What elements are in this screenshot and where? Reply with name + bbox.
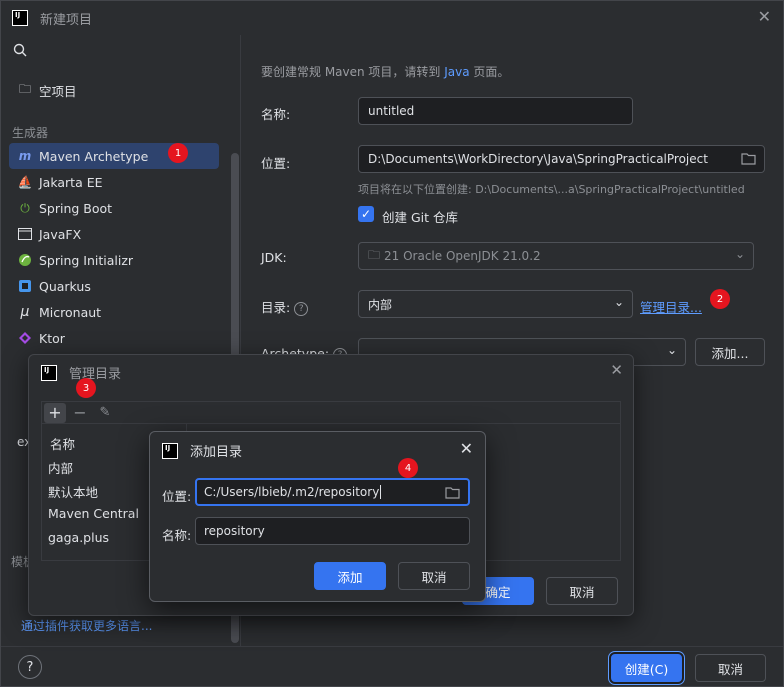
location-hint: 项目将在以下位置创建: D:\Documents\...a\SpringPrac… — [358, 183, 745, 196]
edit-icon[interactable]: ✎ — [94, 403, 116, 423]
add-location-label: 位置: — [162, 489, 192, 504]
add-location-field[interactable]: C:/Users/lbieb/.m2/repository — [195, 478, 470, 506]
chevron-down-icon: ⌄ — [666, 343, 677, 357]
add-name-value: repository — [204, 524, 265, 538]
manage-dialog-title: 管理目录 — [69, 367, 122, 382]
sidebar-item-label: JavaFX — [39, 226, 82, 242]
add-archetype-button[interactable]: 添加... — [695, 338, 765, 366]
list-item[interactable]: Maven Central — [48, 506, 139, 521]
folder-icon[interactable] — [445, 486, 460, 499]
help-button[interactable]: ? — [18, 655, 42, 679]
hint-prefix: 要创建常规 Maven 项目，请转到 — [261, 65, 445, 79]
create-button[interactable]: 创建(C) — [611, 654, 682, 682]
help-icon[interactable]: ? — [294, 301, 309, 316]
sidebar-item-label: 空项目 — [39, 83, 77, 99]
maven-icon: m — [18, 149, 32, 163]
search-icon[interactable] — [13, 43, 27, 57]
create-git-label: 创建 Git 仓库 — [382, 210, 459, 225]
chevron-down-icon: ⌄ — [734, 247, 745, 261]
window-title: 新建项目 — [40, 12, 93, 28]
sidebar-item-label: Maven Archetype — [39, 148, 149, 164]
name-field[interactable]: untitled — [358, 97, 633, 125]
annotation-badge: 3 — [76, 378, 96, 398]
jakarta-icon: ⛵ — [17, 175, 33, 189]
maven-hint: 要创建常规 Maven 项目，请转到 Java 页面。 — [261, 63, 509, 80]
annotation-badge: 4 — [398, 458, 418, 478]
add-dialog-title: 添加目录 — [190, 445, 243, 460]
quarkus-icon — [17, 278, 33, 294]
name-value: untitled — [368, 104, 415, 118]
add-location-value: C:/Users/lbieb/.m2/repository — [204, 485, 380, 499]
location-value: D:\Documents\WorkDirectory\Java\SpringPr… — [368, 152, 708, 166]
ktor-icon — [17, 330, 33, 346]
sidebar-item-quarkus[interactable]: Quarkus — [9, 273, 219, 299]
bottom-bar: ? 创建(C) 取消 — [1, 646, 783, 686]
folder-icon[interactable] — [741, 152, 756, 165]
close-icon[interactable]: ✕ — [758, 9, 771, 25]
sidebar-item-spring-initializr[interactable]: Spring Initializr — [9, 247, 219, 273]
close-icon[interactable]: ✕ — [460, 439, 473, 458]
intellij-logo-icon: IJ — [162, 442, 178, 459]
jdk-select[interactable]: 🗀 21 Oracle OpenJDK 21.0.2 ⌄ — [358, 242, 754, 270]
add-dialog-title-bar: IJ 添加目录 — [162, 441, 242, 460]
add-cancel-button[interactable]: 取消 — [398, 562, 470, 590]
catalog-label: 目录:? — [261, 297, 309, 316]
generators-section-label: 生成器 — [12, 126, 49, 140]
close-icon[interactable]: ✕ — [610, 361, 623, 379]
folder-icon: 🗀 — [18, 81, 31, 96]
intellij-logo-icon: IJ — [41, 364, 57, 381]
jdk-label: JDK: — [261, 250, 287, 265]
location-field[interactable]: D:\Documents\WorkDirectory\Java\SpringPr… — [358, 145, 765, 173]
cancel-button[interactable]: 取消 — [695, 654, 766, 682]
catalog-toolbar: + − ✎ — [41, 401, 621, 423]
manage-cancel-button[interactable]: 取消 — [546, 577, 618, 605]
text-caret — [380, 485, 382, 499]
sidebar-item-jakarta-ee[interactable]: ⛵ Jakarta EE — [9, 169, 219, 195]
location-label: 位置: — [261, 156, 291, 171]
manage-catalogs-link[interactable]: 管理目录... — [640, 297, 702, 316]
spring-initializr-icon — [17, 252, 33, 268]
sidebar-item-empty-project[interactable]: 🗀 空项目 — [9, 77, 219, 103]
sidebar-item-micronaut[interactable]: μ Micronaut — [9, 299, 219, 325]
sidebar-item-label: Spring Initializr — [39, 252, 134, 268]
annotation-badge: 2 — [710, 289, 730, 309]
jdk-folder-icon: 🗀 — [368, 247, 381, 262]
annotation-badge: 1 — [168, 143, 188, 163]
javafx-icon — [17, 226, 33, 242]
remove-icon[interactable]: − — [69, 403, 91, 423]
chevron-down-icon: ⌄ — [613, 295, 624, 309]
catalog-select[interactable]: 内部 ⌄ — [358, 290, 633, 318]
jdk-value: 21 Oracle OpenJDK 21.0.2 — [384, 249, 541, 263]
sidebar-item-javafx[interactable]: JavaFX — [9, 221, 219, 247]
sidebar-item-label: Quarkus — [39, 278, 91, 294]
list-item[interactable]: gaga.plus — [48, 530, 109, 545]
hint-suffix: 页面。 — [469, 65, 510, 79]
add-icon[interactable]: + — [44, 402, 66, 423]
add-catalog-dialog: IJ 添加目录 ✕ 位置: C:/Users/lbieb/.m2/reposit… — [149, 431, 486, 602]
sidebar-item-ktor[interactable]: Ktor — [9, 325, 219, 351]
create-git-checkbox[interactable]: ✓ — [358, 206, 374, 222]
sidebar-item-label: Spring Boot — [39, 200, 113, 216]
add-name-field[interactable]: repository — [195, 517, 470, 545]
title-bar: IJ 新建项目 ✕ — [1, 1, 783, 35]
spring-boot-icon: ⏻ — [20, 200, 30, 215]
java-page-link[interactable]: Java — [444, 65, 469, 79]
intellij-logo-icon: IJ — [12, 10, 28, 26]
sidebar-item-label: Ktor — [39, 330, 65, 346]
name-label: 名称: — [261, 107, 291, 122]
sidebar-item-label: Jakarta EE — [39, 174, 103, 190]
plugins-link[interactable]: 通过插件获取更多语言... — [21, 617, 152, 634]
list-item[interactable]: 默认本地 — [48, 482, 98, 501]
column-header-name: 名称 — [50, 437, 76, 452]
micronaut-icon: μ — [20, 304, 30, 320]
list-item[interactable]: 内部 — [48, 458, 73, 477]
add-name-label: 名称: — [162, 528, 192, 543]
add-confirm-button[interactable]: 添加 — [314, 562, 386, 590]
catalog-value: 内部 — [368, 297, 393, 312]
sidebar-item-spring-boot[interactable]: ⏻ Spring Boot — [9, 195, 219, 221]
sidebar-item-label: Micronaut — [39, 304, 102, 320]
